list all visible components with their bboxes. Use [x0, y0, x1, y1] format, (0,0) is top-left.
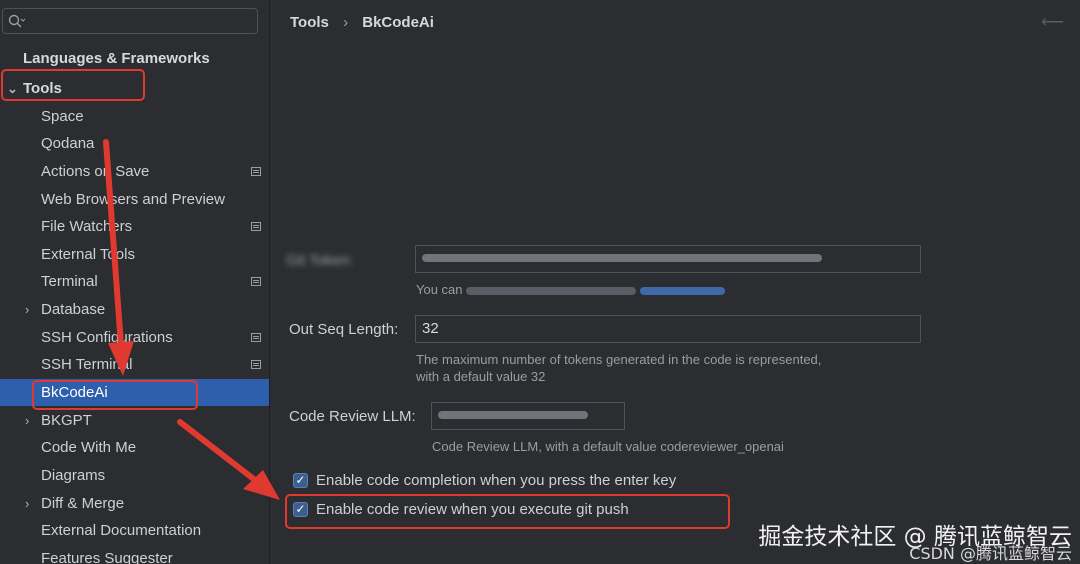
annotation-arrow-down	[103, 139, 124, 348]
annotation-arrow-diagonal	[177, 419, 258, 483]
watermark-csdn: CSDN @腾讯蓝鲸智云	[909, 544, 1072, 563]
arrowhead-down-icon	[108, 341, 134, 376]
annotation-arrows	[103, 139, 280, 500]
